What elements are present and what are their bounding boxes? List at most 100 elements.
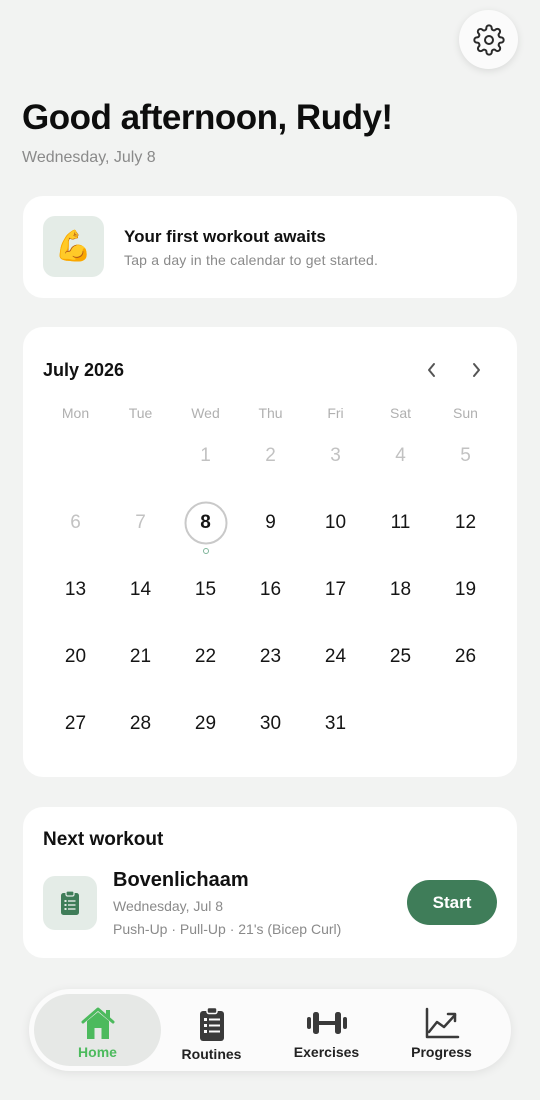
calendar-day-number: 27 <box>64 712 87 734</box>
tab-home[interactable]: Home <box>34 994 161 1066</box>
gear-icon <box>472 23 505 56</box>
calendar-day[interactable]: 17 <box>303 556 368 623</box>
weekday-label: Wed <box>191 405 220 421</box>
calendar-day[interactable]: 24 <box>303 623 368 690</box>
calendar-day[interactable]: 15 <box>173 556 238 623</box>
calendar-day[interactable]: 30 <box>238 690 303 757</box>
calendar-day[interactable]: 31 <box>303 690 368 757</box>
calendar-day-number: 8 <box>200 511 211 533</box>
calendar-blank-cell <box>108 422 173 489</box>
calendar-day[interactable]: 11 <box>368 489 433 556</box>
calendar-day-number: 17 <box>324 578 347 600</box>
current-date: Wednesday, July 8 <box>22 149 156 166</box>
calendar-day-number: 6 <box>70 511 81 533</box>
calendar-day-number: 16 <box>259 578 282 600</box>
dumbbell-icon <box>306 1012 347 1034</box>
calendar-day-number: 24 <box>324 645 347 667</box>
calendar-day[interactable]: 19 <box>433 556 498 623</box>
calendar-day[interactable]: 2 <box>238 422 303 489</box>
calendar-day[interactable]: 25 <box>368 623 433 690</box>
calendar-day[interactable]: 28 <box>108 690 173 757</box>
tab-home-label: Home <box>78 1044 117 1060</box>
promo-title: Your first workout awaits <box>124 227 326 246</box>
calendar-day[interactable]: 7 <box>108 489 173 556</box>
calendar-day-number: 1 <box>200 444 211 466</box>
calendar-day-number: 22 <box>194 645 217 667</box>
chevron-left-icon <box>428 363 435 377</box>
next-month-button[interactable] <box>463 357 489 383</box>
calendar-day-number: 30 <box>259 712 282 734</box>
calendar-day[interactable]: 5 <box>433 422 498 489</box>
calendar-day-today[interactable]: 8 <box>173 489 238 556</box>
flexed-biceps-icon: 💪 <box>43 216 104 277</box>
calendar-day-number: 18 <box>389 578 412 600</box>
greeting-title: Good afternoon, Rudy! <box>22 98 393 137</box>
calendar-day-number: 29 <box>194 712 217 734</box>
calendar-day[interactable]: 29 <box>173 690 238 757</box>
calendar-day[interactable]: 18 <box>368 556 433 623</box>
calendar-day[interactable]: 12 <box>433 489 498 556</box>
weekday-label: Mon <box>61 405 90 421</box>
calendar-day[interactable]: 10 <box>303 489 368 556</box>
calendar-day[interactable]: 13 <box>43 556 108 623</box>
chevron-right-icon <box>473 363 480 377</box>
calendar-day-number: 11 <box>390 511 411 533</box>
workout-date: Wednesday, Jul 8 <box>113 898 223 914</box>
calendar-day[interactable]: 23 <box>238 623 303 690</box>
weekday-label: Sun <box>453 405 478 421</box>
calendar-day-number: 4 <box>395 444 406 466</box>
calendar-day-number: 14 <box>129 578 152 600</box>
calendar-day-number: 9 <box>265 511 276 533</box>
chart-line-icon <box>425 1007 459 1039</box>
calendar-day[interactable]: 22 <box>173 623 238 690</box>
calendar-day-number: 3 <box>330 444 341 466</box>
start-workout-button[interactable]: Start <box>407 880 497 925</box>
tab-progress[interactable]: Progress <box>378 994 505 1066</box>
tab-routines-label: Routines <box>181 1046 242 1062</box>
calendar-day-number: 23 <box>259 645 282 667</box>
calendar-day[interactable]: 6 <box>43 489 108 556</box>
calendar-day-number: 19 <box>454 578 477 600</box>
previous-month-button[interactable] <box>419 357 445 383</box>
calendar-day[interactable]: 27 <box>43 690 108 757</box>
tab-exercises-label: Exercises <box>293 1044 360 1060</box>
calendar-day[interactable]: 4 <box>368 422 433 489</box>
calendar-day[interactable]: 3 <box>303 422 368 489</box>
calendar-day[interactable]: 14 <box>108 556 173 623</box>
calendar-day[interactable]: 16 <box>238 556 303 623</box>
calendar-day-number: 31 <box>324 712 347 734</box>
workout-name: Bovenlichaam <box>113 869 249 891</box>
calendar-day-number: 7 <box>135 511 146 533</box>
weekday-header: Mon Tue Wed Thu Fri Sat Sun <box>43 405 498 421</box>
weekday-label: Sat <box>389 405 411 421</box>
clipboard-icon <box>43 876 97 930</box>
calendar-day-number: 13 <box>64 578 87 600</box>
next-workout-heading: Next workout <box>43 829 164 850</box>
bottom-tab-bar: Home Routines Exercises Progress <box>29 989 511 1071</box>
settings-button[interactable] <box>459 10 518 69</box>
calendar-day[interactable]: 1 <box>173 422 238 489</box>
calendar-day-number: 12 <box>454 511 477 533</box>
calendar-day-number: 20 <box>64 645 87 667</box>
calendar-day-number: 15 <box>194 578 217 600</box>
promo-subtitle: Tap a day in the calendar to get started… <box>124 252 379 268</box>
calendar-day-number: 28 <box>129 712 152 734</box>
calendar-day[interactable]: 9 <box>238 489 303 556</box>
calendar-day-number: 2 <box>265 444 276 466</box>
calendar-day-number: 10 <box>324 511 347 533</box>
first-workout-card[interactable]: 💪 Your first workout awaits Tap a day in… <box>23 196 517 298</box>
workout-exercises: Push-Up · Pull-Up · 21's (Bicep Curl) <box>113 921 342 937</box>
calendar-grid: 1 2 3 4 5 6 7 8 9 10 11 12 13 14 15 16 17 18 19 20 21 22 23 24 2… <box>43 422 498 757</box>
tab-exercises[interactable]: Exercises <box>263 994 390 1066</box>
tab-routines[interactable]: Routines <box>148 994 275 1066</box>
calendar-day-number: 26 <box>454 645 477 667</box>
calendar-day[interactable]: 26 <box>433 623 498 690</box>
calendar-month-label: July 2026 <box>43 360 125 380</box>
calendar-day-number: 5 <box>460 444 471 466</box>
calendar-day[interactable]: 21 <box>108 623 173 690</box>
workout-indicator-dot <box>202 548 209 554</box>
calendar-card: July 2026 Mon Tue Wed Thu Fri Sat Sun 12345678… <box>23 327 517 777</box>
clipboard-list-icon <box>199 1006 224 1041</box>
home-icon <box>81 1007 114 1039</box>
calendar-day[interactable]: 20 <box>43 623 108 690</box>
